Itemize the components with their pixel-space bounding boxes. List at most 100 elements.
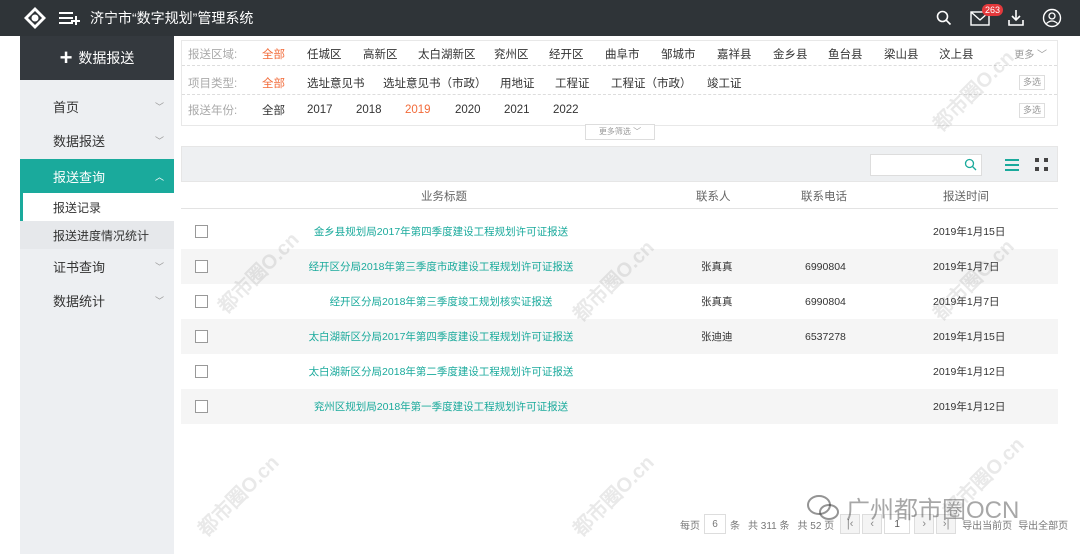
- first-page-button[interactable]: |‹: [840, 514, 861, 534]
- chevron-up-icon: ︿: [154, 171, 164, 182]
- user-avatar-icon[interactable]: [1034, 0, 1070, 36]
- filter-option-year[interactable]: 2017: [307, 104, 333, 116]
- filter-option-year[interactable]: 2020: [455, 104, 481, 116]
- row-phone: 6990804: [805, 260, 846, 273]
- column-header-phone: 联系电话: [801, 191, 847, 203]
- chevron-down-icon: ﹀: [1037, 50, 1047, 61]
- filter-option-project-type[interactable]: 用地证: [500, 75, 535, 91]
- prev-page-button[interactable]: ‹: [862, 514, 883, 534]
- table-row: 金乡县规划局2017年第四季度建设工程规划许可证报送 2019年1月15日: [181, 214, 1058, 249]
- more-filters-button[interactable]: 更多筛选 ﹀: [585, 124, 655, 140]
- app-title: 济宁市“数字规划”管理系统: [90, 10, 254, 26]
- export-all-pages-link[interactable]: 导出全部页: [1018, 517, 1068, 532]
- more-regions-toggle[interactable]: 更多 ﹀: [1014, 46, 1047, 61]
- search-icon[interactable]: [964, 158, 977, 174]
- sidebar-item-statistics[interactable]: 数据统计 ﹀: [20, 283, 174, 317]
- plus-icon: +: [59, 45, 73, 70]
- chevron-down-icon: ﹀: [154, 101, 164, 112]
- sidebar-item-certificate-query[interactable]: 证书查询 ﹀: [20, 249, 174, 283]
- filter-option-region[interactable]: 经开区: [549, 46, 584, 62]
- sidebar-subitem-report-records[interactable]: 报送记录: [20, 193, 174, 221]
- watermark: 都市圈O.cn: [194, 451, 284, 541]
- filter-option-project-type[interactable]: 选址意见书: [307, 75, 365, 91]
- column-header-date: 报送时间: [943, 191, 989, 203]
- filter-option-project-type[interactable]: 全部: [262, 75, 285, 91]
- filter-option-region[interactable]: 太白湖新区: [418, 46, 476, 62]
- filter-label-year: 报送年份:: [188, 105, 238, 117]
- list-view-icon[interactable]: [1000, 153, 1024, 177]
- row-phone: 6537278: [805, 330, 846, 343]
- filter-option-region[interactable]: 梁山县: [884, 46, 919, 62]
- filter-option-region[interactable]: 任城区: [307, 46, 342, 62]
- search-icon[interactable]: [926, 0, 962, 36]
- download-icon[interactable]: [998, 0, 1034, 36]
- sidebar-item-home[interactable]: 首页 ﹀: [20, 89, 174, 123]
- filter-option-region[interactable]: 高新区: [363, 46, 398, 62]
- multi-select-year[interactable]: 多选: [1018, 102, 1045, 118]
- search-field[interactable]: [870, 154, 982, 176]
- multi-select-project-type[interactable]: 多选: [1018, 75, 1045, 90]
- app-logo-icon: [23, 6, 47, 30]
- filter-option-year[interactable]: 全部: [262, 102, 285, 118]
- filter-option-region[interactable]: 曲阜市: [605, 46, 640, 62]
- table-row: 兖州区规划局2018年第一季度建设工程规划许可证报送 2019年1月12日: [181, 389, 1058, 424]
- row-title-link[interactable]: 经开区分局2018年第三季度市政建设工程规划许可证报送: [309, 259, 574, 274]
- row-date: 2019年1月15日: [933, 331, 1006, 343]
- sidebar-subitem-progress-stats[interactable]: 报送进度情况统计: [20, 221, 174, 249]
- sidebar-item-data-report[interactable]: 数据报送 ﹀: [20, 123, 174, 157]
- export-current-page-link[interactable]: 导出当前页: [962, 517, 1012, 532]
- filter-label-region: 报送区域:: [188, 48, 238, 61]
- filter-option-project-type[interactable]: 选址意见书（市政）: [383, 75, 487, 91]
- sidebar-item-label: 首页: [53, 99, 80, 115]
- sidebar-item-report-query[interactable]: 报送查询 ︿: [20, 159, 174, 193]
- filter-option-region[interactable]: 全部: [262, 46, 285, 62]
- filter-option-region[interactable]: 邹城市: [661, 46, 696, 62]
- last-page-button[interactable]: ›|: [936, 514, 957, 534]
- report-data-label: 数据报送: [78, 50, 135, 66]
- current-page-input[interactable]: 1: [884, 514, 911, 534]
- table-row: 经开区分局2018年第三季度竣工规划核实证报送 张真真 6990804 2019年1月…: [181, 284, 1058, 319]
- search-input[interactable]: [871, 155, 957, 175]
- filter-option-project-type[interactable]: 工程证（市政）: [611, 75, 692, 91]
- menu-toggle-icon[interactable]: [59, 8, 81, 28]
- chevron-down-icon: ﹀: [154, 261, 164, 272]
- column-header-title: 业务标题: [421, 191, 467, 203]
- filter-row-region: 报送区域: 全部 任城区 高新区 太白湖新区 兖州区 经开区 曲阜市 邹城市 嘉…: [182, 42, 1057, 66]
- filter-option-region[interactable]: 汶上县: [939, 46, 974, 62]
- filter-option-year[interactable]: 2019: [405, 104, 431, 116]
- row-date: 2019年1月12日: [933, 366, 1006, 378]
- top-bar: 济宁市“数字规划”管理系统 263: [0, 0, 1080, 36]
- watermark: 都市圈O.cn: [939, 433, 1029, 523]
- per-page-label: 每页: [680, 520, 700, 532]
- next-page-button[interactable]: ›: [914, 514, 935, 534]
- row-title-link[interactable]: 兖州区规划局2018年第一季度建设工程规划许可证报送: [314, 399, 568, 414]
- filter-option-region[interactable]: 金乡县: [773, 46, 808, 62]
- pagination: 每页 6 条 共 311 条 共 52 页 |‹ ‹ 1 › ›| 导出当前页 …: [680, 514, 1068, 534]
- filter-option-region[interactable]: 嘉祥县: [717, 46, 752, 62]
- row-title-link[interactable]: 太白湖新区分局2017年第四季度建设工程规划许可证报送: [309, 329, 574, 344]
- grid-view-icon[interactable]: [1030, 153, 1054, 177]
- filter-option-year[interactable]: 2022: [553, 104, 579, 116]
- row-date: 2019年1月15日: [933, 226, 1006, 238]
- filter-row-year: 报送年份: 全部 2017 2018 2019 2020 2021 2022 多…: [182, 98, 1057, 122]
- filter-panel: 报送区域: 全部 任城区 高新区 太白湖新区 兖州区 经开区 曲阜市 邹城市 嘉…: [181, 40, 1058, 126]
- message-icon[interactable]: 263: [962, 0, 1004, 36]
- chevron-down-icon: ﹀: [154, 135, 164, 146]
- records-table: 业务标题 联系人 联系电话 报送时间 金乡县规划局2017年第四季度建设工程规划…: [181, 183, 1058, 424]
- total-records: 共 311 条: [748, 520, 790, 532]
- filter-label-project-type: 项目类型:: [188, 77, 238, 90]
- filter-option-project-type[interactable]: 竣工证: [707, 75, 742, 91]
- filter-option-year[interactable]: 2018: [356, 104, 382, 116]
- filter-option-region[interactable]: 鱼台县: [828, 46, 863, 62]
- report-data-button[interactable]: + 数据报送: [20, 36, 174, 80]
- filter-option-region[interactable]: 兖州区: [494, 46, 529, 62]
- per-page-unit: 条: [730, 520, 740, 532]
- sidebar-item-label: 证书查询: [53, 259, 106, 275]
- sidebar-subitem-label: 报送记录: [53, 200, 102, 215]
- row-title-link[interactable]: 经开区分局2018年第三季度竣工规划核实证报送: [330, 294, 553, 309]
- filter-option-project-type[interactable]: 工程证: [555, 75, 590, 91]
- filter-option-year[interactable]: 2021: [504, 104, 530, 116]
- per-page-input[interactable]: 6: [704, 514, 726, 534]
- row-title-link[interactable]: 太白湖新区分局2018年第二季度建设工程规划许可证报送: [309, 364, 574, 379]
- row-title-link[interactable]: 金乡县规划局2017年第四季度建设工程规划许可证报送: [314, 224, 568, 239]
